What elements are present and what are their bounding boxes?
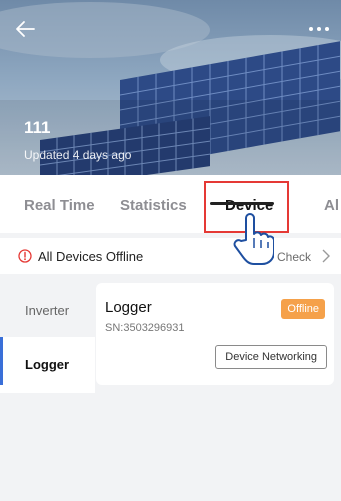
sidebar-item-logger[interactable]: Logger — [0, 337, 95, 393]
tab-bar: Real Time Statistics Device Al — [0, 175, 341, 233]
chevron-right-icon[interactable] — [321, 248, 331, 264]
active-tab-indicator — [210, 202, 274, 205]
sidebar-item-label: Logger — [25, 357, 70, 372]
tab-alarm-partial[interactable]: Al — [324, 197, 339, 214]
last-updated-text: Updated 4 days ago — [24, 148, 132, 162]
device-networking-button[interactable]: Device Networking — [215, 345, 327, 369]
offline-message: All Devices Offline — [38, 249, 144, 264]
tab-real-time[interactable]: Real Time — [24, 197, 95, 214]
warning-circle-icon — [18, 249, 32, 263]
check-link[interactable]: Check — [277, 250, 311, 264]
device-name: Logger — [105, 299, 152, 316]
status-badge: Offline — [281, 299, 325, 319]
offline-banner: All Devices Offline Check — [0, 238, 341, 274]
selected-indicator — [0, 337, 3, 385]
back-arrow-icon[interactable] — [14, 18, 36, 40]
tab-device[interactable]: Device — [225, 197, 273, 214]
plant-name: 111 — [24, 118, 51, 137]
more-dots-icon[interactable] — [307, 21, 331, 31]
tab-statistics[interactable]: Statistics — [120, 197, 187, 214]
sidebar-item-label: Inverter — [25, 303, 70, 318]
sidebar-item-inverter[interactable]: Inverter — [0, 283, 95, 339]
device-card[interactable]: Logger SN:3503296931 Offline Device Netw… — [96, 283, 334, 385]
header-banner: 111 Updated 4 days ago — [0, 0, 341, 175]
device-serial: SN:3503296931 — [105, 322, 185, 334]
